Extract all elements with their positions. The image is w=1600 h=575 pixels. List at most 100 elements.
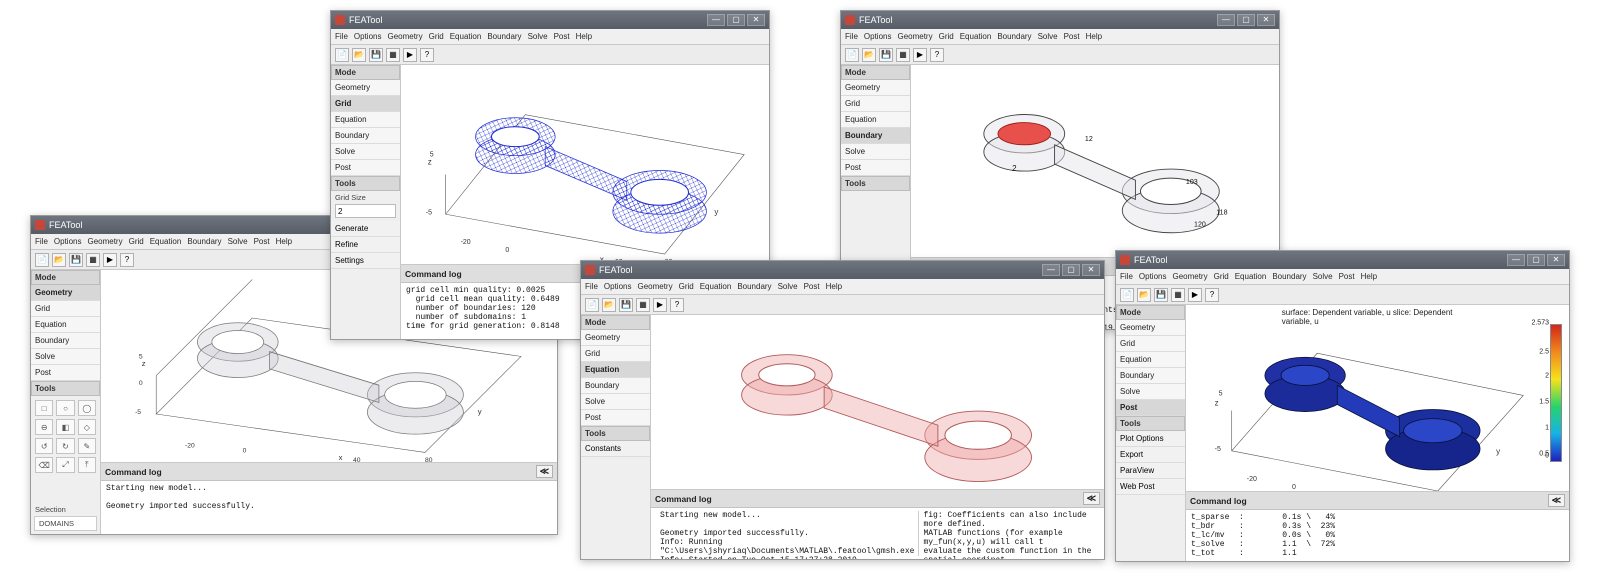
tool-help-icon[interactable]: ?: [120, 253, 134, 267]
btn-generate[interactable]: Generate: [331, 221, 400, 237]
tool-help-icon[interactable]: ?: [670, 298, 684, 312]
btn-constants[interactable]: Constants: [581, 441, 650, 457]
mode-geometry[interactable]: Geometry: [581, 330, 650, 346]
mode-geometry[interactable]: Geometry: [331, 80, 400, 96]
tool-open-icon[interactable]: 📂: [602, 298, 616, 312]
menu-grid[interactable]: Grid: [1214, 272, 1229, 281]
btn-plot-options[interactable]: Plot Options: [1116, 431, 1185, 447]
menu-boundary[interactable]: Boundary: [737, 282, 771, 291]
mode-post[interactable]: Post: [841, 160, 910, 176]
menu-grid[interactable]: Grid: [939, 32, 954, 41]
menu-equation[interactable]: Equation: [450, 32, 482, 41]
tool-run-icon[interactable]: ▶: [653, 298, 667, 312]
menu-boundary[interactable]: Boundary: [187, 237, 221, 246]
max-button[interactable]: ▢: [1062, 264, 1080, 276]
mode-equation[interactable]: Equation: [331, 112, 400, 128]
tool-help-icon[interactable]: ?: [420, 48, 434, 62]
tool-save-icon[interactable]: 💾: [1154, 288, 1168, 302]
tool-move-icon[interactable]: ⤢: [56, 457, 74, 473]
tool-delete-icon[interactable]: ⌫: [35, 457, 53, 473]
menu-post[interactable]: Post: [1064, 32, 1080, 41]
menu-geometry[interactable]: Geometry: [87, 237, 122, 246]
grid-size-input[interactable]: [335, 204, 396, 218]
menu-equation[interactable]: Equation: [1235, 272, 1267, 281]
min-button[interactable]: —: [1507, 254, 1525, 266]
tool-help-icon[interactable]: ?: [930, 48, 944, 62]
menu-options[interactable]: Options: [604, 282, 632, 291]
menu-solve[interactable]: Solve: [528, 32, 548, 41]
menu-help[interactable]: Help: [276, 237, 292, 246]
max-button[interactable]: ▢: [1237, 14, 1255, 26]
menu-equation[interactable]: Equation: [960, 32, 992, 41]
menu-help[interactable]: Help: [576, 32, 592, 41]
menu-solve[interactable]: Solve: [1313, 272, 1333, 281]
mode-grid[interactable]: Grid: [31, 301, 100, 317]
log-collapse-icon[interactable]: ≪: [1083, 492, 1100, 505]
tool-open-icon[interactable]: 📂: [352, 48, 366, 62]
mode-boundary[interactable]: Boundary: [331, 128, 400, 144]
tool-run-icon[interactable]: ▶: [103, 253, 117, 267]
menu-options[interactable]: Options: [354, 32, 382, 41]
tool-arc-icon[interactable]: ⊖: [35, 419, 53, 435]
menu-file[interactable]: File: [1120, 272, 1133, 281]
tool-open-icon[interactable]: 📂: [862, 48, 876, 62]
tool-run-icon[interactable]: ▶: [1188, 288, 1202, 302]
btn-settings[interactable]: Settings: [331, 253, 400, 269]
menu-file[interactable]: File: [335, 32, 348, 41]
tool-new-icon[interactable]: 📄: [845, 48, 859, 62]
menu-file[interactable]: File: [845, 32, 858, 41]
close-button[interactable]: ✕: [1257, 14, 1275, 26]
min-button[interactable]: —: [1042, 264, 1060, 276]
tool-open-icon[interactable]: 📂: [1137, 288, 1151, 302]
tool-new-icon[interactable]: 📄: [585, 298, 599, 312]
btn-export[interactable]: Export: [1116, 447, 1185, 463]
menu-geometry[interactable]: Geometry: [897, 32, 932, 41]
mode-post[interactable]: Post: [581, 410, 650, 426]
tool-run-icon[interactable]: ▶: [403, 48, 417, 62]
btn-paraview[interactable]: ParaView: [1116, 463, 1185, 479]
mode-boundary[interactable]: Boundary: [1116, 368, 1185, 384]
menu-grid[interactable]: Grid: [429, 32, 444, 41]
mode-equation[interactable]: Equation: [841, 112, 910, 128]
menu-file[interactable]: File: [35, 237, 48, 246]
mode-equation[interactable]: Equation: [581, 362, 650, 378]
tool-rect-icon[interactable]: □: [35, 400, 53, 416]
mode-boundary[interactable]: Boundary: [581, 378, 650, 394]
menu-grid[interactable]: Grid: [129, 237, 144, 246]
menu-geometry[interactable]: Geometry: [637, 282, 672, 291]
close-button[interactable]: ✕: [1082, 264, 1100, 276]
menu-grid[interactable]: Grid: [679, 282, 694, 291]
tool-grid-icon[interactable]: ▦: [1171, 288, 1185, 302]
tool-save-icon[interactable]: 💾: [879, 48, 893, 62]
tool-help-icon[interactable]: ?: [1205, 288, 1219, 302]
tool-new-icon[interactable]: 📄: [35, 253, 49, 267]
mode-equation[interactable]: Equation: [31, 317, 100, 333]
max-button[interactable]: ▢: [1527, 254, 1545, 266]
mode-post[interactable]: Post: [331, 160, 400, 176]
max-button[interactable]: ▢: [727, 14, 745, 26]
mode-grid[interactable]: Grid: [331, 96, 400, 112]
mode-post[interactable]: Post: [31, 365, 100, 381]
log-collapse-icon[interactable]: ≪: [1548, 494, 1565, 507]
tool-grid-icon[interactable]: ▦: [636, 298, 650, 312]
mode-solve[interactable]: Solve: [1116, 384, 1185, 400]
menu-options[interactable]: Options: [1139, 272, 1167, 281]
menu-geometry[interactable]: Geometry: [1172, 272, 1207, 281]
menu-boundary[interactable]: Boundary: [1272, 272, 1306, 281]
mode-post[interactable]: Post: [1116, 400, 1185, 416]
viewport[interactable]: 2 12 103 120 118: [911, 65, 1279, 257]
tool-rotate-right-icon[interactable]: ↻: [56, 438, 74, 454]
menu-boundary[interactable]: Boundary: [487, 32, 521, 41]
menu-post[interactable]: Post: [804, 282, 820, 291]
mode-solve[interactable]: Solve: [581, 394, 650, 410]
tool-ellipse-icon[interactable]: ◯: [78, 400, 96, 416]
mode-geometry[interactable]: Geometry: [841, 80, 910, 96]
menu-geometry[interactable]: Geometry: [387, 32, 422, 41]
viewport[interactable]: [651, 315, 1104, 489]
tool-new-icon[interactable]: 📄: [335, 48, 349, 62]
mode-boundary[interactable]: Boundary: [841, 128, 910, 144]
mode-solve[interactable]: Solve: [331, 144, 400, 160]
menu-solve[interactable]: Solve: [778, 282, 798, 291]
menu-help[interactable]: Help: [1086, 32, 1102, 41]
mode-equation[interactable]: Equation: [1116, 352, 1185, 368]
